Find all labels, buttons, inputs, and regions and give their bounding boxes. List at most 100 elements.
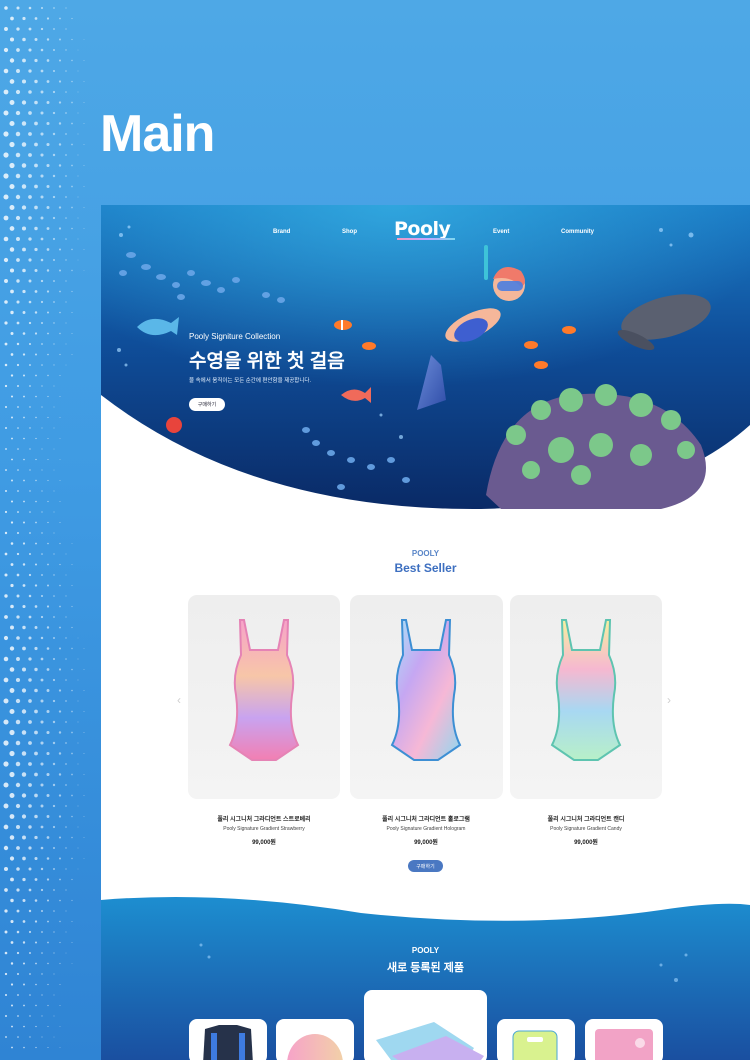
decor-dot bbox=[41, 994, 43, 996]
decor-dot bbox=[22, 311, 26, 314]
decor-dot bbox=[71, 689, 73, 692]
decor-dot bbox=[65, 931, 67, 933]
nav-brand[interactable]: Brand bbox=[273, 229, 290, 235]
product-card-candy[interactable] bbox=[510, 595, 662, 799]
decor-dot bbox=[5, 448, 7, 450]
decor-dot bbox=[16, 888, 20, 892]
decor-dot bbox=[58, 164, 62, 167]
decor-dot bbox=[17, 406, 19, 408]
decor-dot bbox=[34, 751, 38, 756]
new-product-card-towel[interactable] bbox=[585, 1019, 663, 1060]
new-product-card-fins[interactable] bbox=[364, 990, 487, 1060]
decor-dot bbox=[77, 196, 79, 198]
decor-dot bbox=[65, 70, 67, 72]
product-card-strawberry[interactable] bbox=[188, 595, 340, 799]
decor-dot bbox=[65, 553, 67, 555]
decor-dot bbox=[15, 803, 21, 809]
kickboard-image bbox=[512, 1030, 558, 1060]
decor-dot bbox=[28, 909, 32, 913]
decor-dot bbox=[58, 59, 62, 62]
best-seller-buy-button[interactable]: 구매하기 bbox=[408, 860, 443, 872]
decor-dot bbox=[4, 6, 8, 10]
decor-dot bbox=[29, 973, 31, 975]
towel-image bbox=[595, 1029, 653, 1060]
decor-dot bbox=[34, 247, 38, 252]
decor-dot bbox=[34, 268, 38, 273]
decor-dot bbox=[77, 763, 79, 765]
decor-dot bbox=[47, 584, 49, 587]
hero-title: 수영을 위한 첫 걸음 bbox=[189, 351, 345, 372]
product-name-hologram[interactable]: 풀리 시그니처 그라디언트 홀로그램 bbox=[350, 814, 502, 823]
decor-dot bbox=[83, 795, 85, 796]
decor-dot bbox=[28, 132, 32, 136]
carousel-next-icon[interactable]: › bbox=[667, 693, 671, 707]
decor-dot bbox=[35, 1025, 37, 1028]
decor-dot bbox=[52, 237, 56, 241]
decor-dot bbox=[46, 836, 50, 839]
decor-dot bbox=[46, 248, 50, 251]
decor-dot bbox=[58, 80, 62, 83]
decor-dot bbox=[46, 626, 50, 629]
decor-dot bbox=[11, 437, 13, 440]
product-name-candy[interactable]: 풀리 시그니처 그라디언트 캔디 bbox=[510, 814, 662, 823]
decor-dot bbox=[28, 300, 32, 304]
decor-dot bbox=[53, 952, 55, 954]
hero-buy-button[interactable]: 구매하기 bbox=[189, 398, 225, 411]
decor-dot bbox=[15, 677, 21, 683]
decor-dot bbox=[35, 353, 37, 356]
decor-dot bbox=[59, 353, 61, 356]
decor-dot bbox=[15, 131, 21, 137]
product-name-strawberry[interactable]: 풀리 시그니처 그라디언트 스트로베리 bbox=[188, 814, 340, 823]
decor-dot bbox=[28, 573, 32, 577]
decor-dot bbox=[16, 951, 20, 955]
decor-dot bbox=[52, 846, 56, 850]
decor-dot bbox=[53, 637, 55, 639]
decor-dot bbox=[11, 1046, 13, 1049]
decor-dot bbox=[22, 584, 26, 587]
decor-dot bbox=[59, 480, 61, 481]
decor-dot bbox=[83, 122, 85, 125]
new-product-card-cap[interactable] bbox=[276, 1019, 354, 1060]
decor-dot bbox=[77, 217, 79, 219]
nav-community[interactable]: Community bbox=[561, 229, 594, 235]
decor-dot bbox=[71, 333, 73, 334]
decor-dot bbox=[16, 69, 20, 73]
decor-dot bbox=[3, 761, 9, 767]
decor-dot bbox=[3, 740, 9, 746]
decor-dot bbox=[28, 888, 32, 892]
decor-dot bbox=[46, 121, 50, 126]
decor-dot bbox=[47, 479, 49, 482]
decor-dot bbox=[34, 184, 38, 189]
decor-dot bbox=[77, 175, 79, 177]
new-product-card-vest[interactable] bbox=[189, 1019, 267, 1060]
decor-dot bbox=[34, 79, 38, 84]
decor-dot bbox=[58, 710, 62, 713]
decor-dot bbox=[65, 595, 67, 597]
decor-dot bbox=[9, 141, 15, 148]
decor-dot bbox=[34, 856, 38, 861]
decor-dot bbox=[4, 27, 8, 31]
decor-dot bbox=[52, 699, 56, 703]
carousel-prev-icon[interactable]: ‹ bbox=[177, 693, 181, 707]
swimsuit-strawberry-image bbox=[228, 619, 300, 761]
decor-dot bbox=[83, 270, 85, 271]
decor-dot bbox=[21, 79, 27, 84]
decor-dot bbox=[46, 878, 50, 881]
decor-dot bbox=[59, 857, 61, 860]
decor-dot bbox=[35, 479, 37, 482]
decor-dot bbox=[21, 751, 27, 756]
new-product-card-kickboard[interactable] bbox=[497, 1019, 575, 1060]
decor-dot bbox=[52, 195, 56, 199]
nav-shop[interactable]: Shop bbox=[342, 229, 357, 235]
decor-dot bbox=[9, 771, 15, 778]
decor-dot bbox=[9, 750, 15, 757]
decor-dot bbox=[3, 89, 9, 95]
decor-dot bbox=[40, 153, 44, 157]
decor-dot bbox=[15, 740, 21, 746]
decor-dot bbox=[40, 237, 44, 241]
product-card-hologram[interactable] bbox=[350, 595, 503, 799]
pooly-logo[interactable]: Pooly bbox=[394, 218, 451, 240]
decor-dot bbox=[21, 184, 27, 189]
nav-event[interactable]: Event bbox=[493, 229, 509, 235]
decor-dot bbox=[58, 815, 62, 818]
